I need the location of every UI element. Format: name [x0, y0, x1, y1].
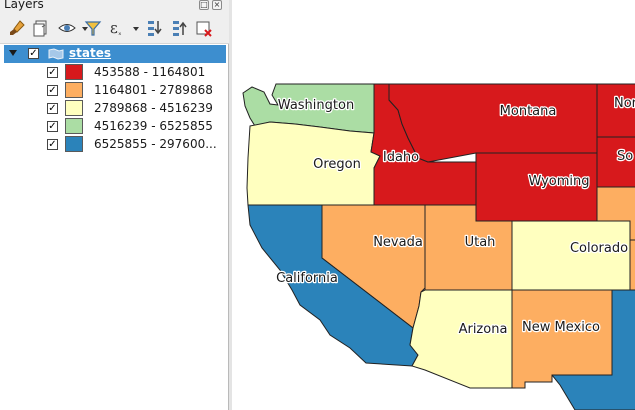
legend-item-label: 2789868 - 4516239: [94, 101, 213, 115]
panel-titlebar: Layers □ ×: [0, 0, 229, 12]
remove-layer-icon[interactable]: [194, 18, 214, 38]
label-washington: Washington: [278, 98, 354, 113]
label-wyoming: Wyoming: [528, 174, 589, 189]
float-panel-icon[interactable]: □: [199, 0, 209, 10]
layer-row-states[interactable]: ✓ states: [4, 45, 226, 63]
label-new-mexico: New Mexico: [522, 320, 600, 335]
legend-swatch: [65, 64, 83, 80]
label-colorado: Colorado: [570, 241, 628, 256]
label-nevada: Nevada: [373, 235, 423, 250]
layers-toolbar: ε ₓ: [0, 12, 229, 44]
expand-arrow-icon[interactable]: [9, 50, 17, 56]
legend-item-checkbox[interactable]: ✓: [47, 121, 58, 132]
legend-item[interactable]: ✓ 6525855 - 297600...: [2, 135, 224, 153]
legend-swatch: [65, 118, 83, 134]
layer-name: states: [69, 46, 111, 60]
label-arizona: Arizona: [459, 322, 508, 337]
legend-item[interactable]: ✓ 2789868 - 4516239: [2, 99, 224, 117]
legend-item-label: 4516239 - 6525855: [94, 119, 213, 133]
expression-dropdown-arrow-icon[interactable]: [126, 18, 146, 38]
label-north-dakota: Nor: [614, 96, 635, 111]
layers-panel: Layers □ × ε ₓ ✓ states ✓ 453588 - 11648…: [0, 0, 229, 410]
state-montana[interactable]: [388, 83, 598, 163]
expand-all-icon[interactable]: [145, 18, 165, 38]
filter-icon[interactable]: [83, 18, 103, 38]
legend-item-checkbox[interactable]: ✓: [47, 85, 58, 96]
expression-filter-icon[interactable]: ε ₓ: [107, 18, 127, 38]
map-svg[interactable]: Washington Oregon Idaho Montana Wyoming …: [232, 0, 635, 410]
label-idaho: Idaho: [383, 150, 419, 165]
legend-swatch: [65, 100, 83, 116]
panel-title: Layers: [4, 0, 44, 11]
svg-text:ₓ: ₓ: [118, 28, 122, 37]
legend-item-label: 6525855 - 297600...: [94, 137, 217, 151]
state-new-mexico[interactable]: [511, 289, 613, 389]
legend-item[interactable]: ✓ 4516239 - 6525855: [2, 117, 224, 135]
legend-item-label: 1164801 - 2789868: [94, 83, 213, 97]
layer-visibility-checkbox[interactable]: ✓: [28, 48, 39, 59]
map-canvas[interactable]: Washington Oregon Idaho Montana Wyoming …: [232, 0, 635, 410]
collapse-all-icon[interactable]: [170, 18, 190, 38]
close-panel-icon[interactable]: ×: [212, 0, 222, 10]
legend-swatch: [65, 82, 83, 98]
legend-item[interactable]: ✓ 1164801 - 2789868: [2, 81, 224, 99]
label-utah: Utah: [465, 235, 496, 250]
polygon-layer-icon: [48, 48, 64, 60]
label-south-dakota: So: [617, 149, 633, 164]
add-group-icon[interactable]: [31, 18, 51, 38]
svg-text:ε: ε: [110, 19, 118, 37]
style-brush-icon[interactable]: [7, 18, 27, 38]
legend-swatch: [65, 136, 83, 152]
legend-item-checkbox[interactable]: ✓: [47, 139, 58, 150]
legend-item-checkbox[interactable]: ✓: [47, 67, 58, 78]
legend-item-checkbox[interactable]: ✓: [47, 103, 58, 114]
state-arizona[interactable]: [409, 289, 513, 389]
visibility-eye-icon[interactable]: [57, 18, 77, 38]
layer-tree: ✓ states ✓ 453588 - 1164801 ✓ 1164801 - …: [2, 45, 226, 410]
label-california: California: [276, 271, 338, 286]
label-montana: Montana: [500, 104, 557, 119]
legend-item-label: 453588 - 1164801: [94, 65, 206, 79]
legend-item[interactable]: ✓ 453588 - 1164801: [2, 63, 224, 81]
state-kansas[interactable]: [629, 239, 635, 299]
label-oregon: Oregon: [313, 157, 361, 172]
